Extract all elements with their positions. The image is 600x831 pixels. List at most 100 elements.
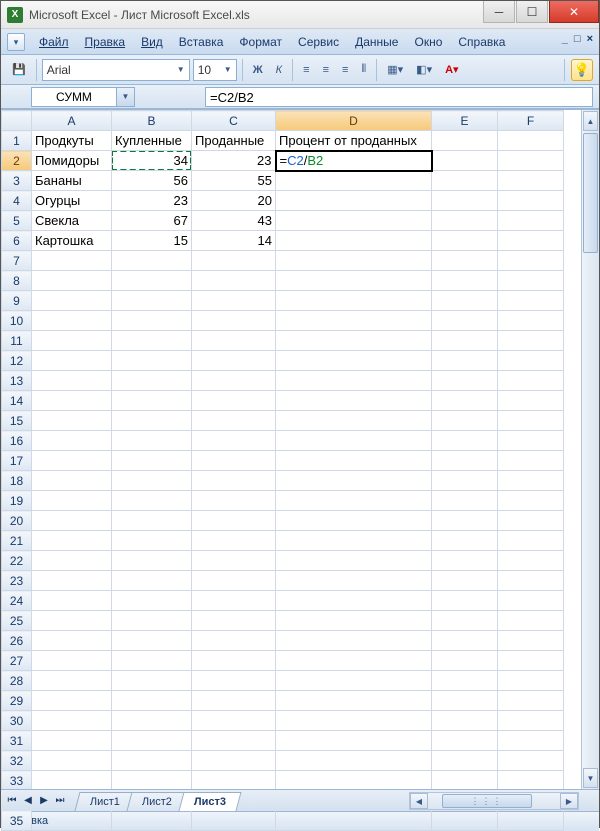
cell-B1[interactable]: Купленные <box>112 131 192 151</box>
align-left-button[interactable]: ≡ <box>298 59 314 81</box>
cell-F32[interactable] <box>498 751 564 771</box>
cell-C21[interactable] <box>192 531 276 551</box>
menu-file[interactable]: Файл <box>31 35 77 49</box>
cell-A17[interactable] <box>32 451 112 471</box>
cell-F21[interactable] <box>498 531 564 551</box>
cell-F28[interactable] <box>498 671 564 691</box>
row-header-3[interactable]: 3 <box>2 171 32 191</box>
cell-A25[interactable] <box>32 611 112 631</box>
hscroll-track[interactable]: ⋮⋮⋮ <box>428 793 560 809</box>
row-header-20[interactable]: 20 <box>2 511 32 531</box>
cell-C5[interactable]: 43 <box>192 211 276 231</box>
align-center-button[interactable]: ≡ <box>318 59 334 81</box>
cell-C29[interactable] <box>192 691 276 711</box>
cell-F18[interactable] <box>498 471 564 491</box>
cell-A13[interactable] <box>32 371 112 391</box>
cell-A20[interactable] <box>32 511 112 531</box>
row-header-22[interactable]: 22 <box>2 551 32 571</box>
row-header-11[interactable]: 11 <box>2 331 32 351</box>
cell-E15[interactable] <box>432 411 498 431</box>
scroll-thumb[interactable] <box>583 133 598 253</box>
row-header-32[interactable]: 32 <box>2 751 32 771</box>
cell-E19[interactable] <box>432 491 498 511</box>
cell-A14[interactable] <box>32 391 112 411</box>
italic-button[interactable]: К <box>271 59 287 81</box>
cell-A30[interactable] <box>32 711 112 731</box>
cell-B11[interactable] <box>112 331 192 351</box>
cell-A12[interactable] <box>32 351 112 371</box>
cell-F5[interactable] <box>498 211 564 231</box>
row-header-27[interactable]: 27 <box>2 651 32 671</box>
tab-nav-prev-icon[interactable]: ◀ <box>21 793 35 809</box>
menu-format[interactable]: Формат <box>231 35 290 49</box>
cell-B32[interactable] <box>112 751 192 771</box>
cell-C13[interactable] <box>192 371 276 391</box>
cell-C15[interactable] <box>192 411 276 431</box>
cell-C14[interactable] <box>192 391 276 411</box>
cell-C2[interactable]: 23 <box>192 151 276 171</box>
cell-D2[interactable]: =C2/B2 <box>276 151 432 171</box>
cell-E25[interactable] <box>432 611 498 631</box>
cell-E26[interactable] <box>432 631 498 651</box>
align-right-button[interactable]: ≡ <box>337 59 353 81</box>
cell-A27[interactable] <box>32 651 112 671</box>
borders-button[interactable]: ▦▾ <box>382 59 408 81</box>
cell-B26[interactable] <box>112 631 192 651</box>
cell-E16[interactable] <box>432 431 498 451</box>
cell-B25[interactable] <box>112 611 192 631</box>
cell-F26[interactable] <box>498 631 564 651</box>
cell-E1[interactable] <box>432 131 498 151</box>
row-header-1[interactable]: 1 <box>2 131 32 151</box>
cell-A8[interactable] <box>32 271 112 291</box>
row-header-2[interactable]: 2 <box>2 151 32 171</box>
row-header-6[interactable]: 6 <box>2 231 32 251</box>
row-header-18[interactable]: 18 <box>2 471 32 491</box>
cell-C32[interactable] <box>192 751 276 771</box>
cell-E23[interactable] <box>432 571 498 591</box>
cell-B23[interactable] <box>112 571 192 591</box>
cell-C11[interactable] <box>192 331 276 351</box>
row-header-31[interactable]: 31 <box>2 731 32 751</box>
tip-bulb-icon[interactable]: 💡 <box>571 59 593 81</box>
cell-B13[interactable] <box>112 371 192 391</box>
cell-C23[interactable] <box>192 571 276 591</box>
merge-cells-button[interactable]: ⦀ <box>356 59 371 81</box>
cell-D32[interactable] <box>276 751 432 771</box>
cell-A24[interactable] <box>32 591 112 611</box>
row-header-30[interactable]: 30 <box>2 711 32 731</box>
cell-A3[interactable]: Бананы <box>32 171 112 191</box>
cell-F29[interactable] <box>498 691 564 711</box>
cell-A7[interactable] <box>32 251 112 271</box>
row-header-13[interactable]: 13 <box>2 371 32 391</box>
font-color-button[interactable]: A▾ <box>440 59 463 81</box>
cell-C24[interactable] <box>192 591 276 611</box>
cell-D20[interactable] <box>276 511 432 531</box>
cell-F11[interactable] <box>498 331 564 351</box>
cell-A11[interactable] <box>32 331 112 351</box>
cell-A23[interactable] <box>32 571 112 591</box>
cell-B12[interactable] <box>112 351 192 371</box>
cell-D3[interactable] <box>276 171 432 191</box>
horizontal-scrollbar[interactable]: ◀ ⋮⋮⋮ ▶ <box>409 792 579 810</box>
row-header-8[interactable]: 8 <box>2 271 32 291</box>
row-header-10[interactable]: 10 <box>2 311 32 331</box>
cell-A32[interactable] <box>32 751 112 771</box>
cell-E13[interactable] <box>432 371 498 391</box>
menu-view[interactable]: Вид <box>133 35 171 49</box>
cell-A19[interactable] <box>32 491 112 511</box>
cell-E32[interactable] <box>432 751 498 771</box>
bold-button[interactable]: Ж <box>248 59 268 81</box>
font-size-selector[interactable]: 10 ▼ <box>193 59 237 81</box>
tab-nav-last-icon[interactable]: ⏭ <box>53 793 67 809</box>
cell-F30[interactable] <box>498 711 564 731</box>
cell-A4[interactable]: Огурцы <box>32 191 112 211</box>
row-header-15[interactable]: 15 <box>2 411 32 431</box>
cell-F31[interactable] <box>498 731 564 751</box>
cell-F7[interactable] <box>498 251 564 271</box>
cell-B6[interactable]: 15 <box>112 231 192 251</box>
row-header-16[interactable]: 16 <box>2 431 32 451</box>
cell-F8[interactable] <box>498 271 564 291</box>
cell-F12[interactable] <box>498 351 564 371</box>
cell-A6[interactable]: Картошка <box>32 231 112 251</box>
cell-A9[interactable] <box>32 291 112 311</box>
